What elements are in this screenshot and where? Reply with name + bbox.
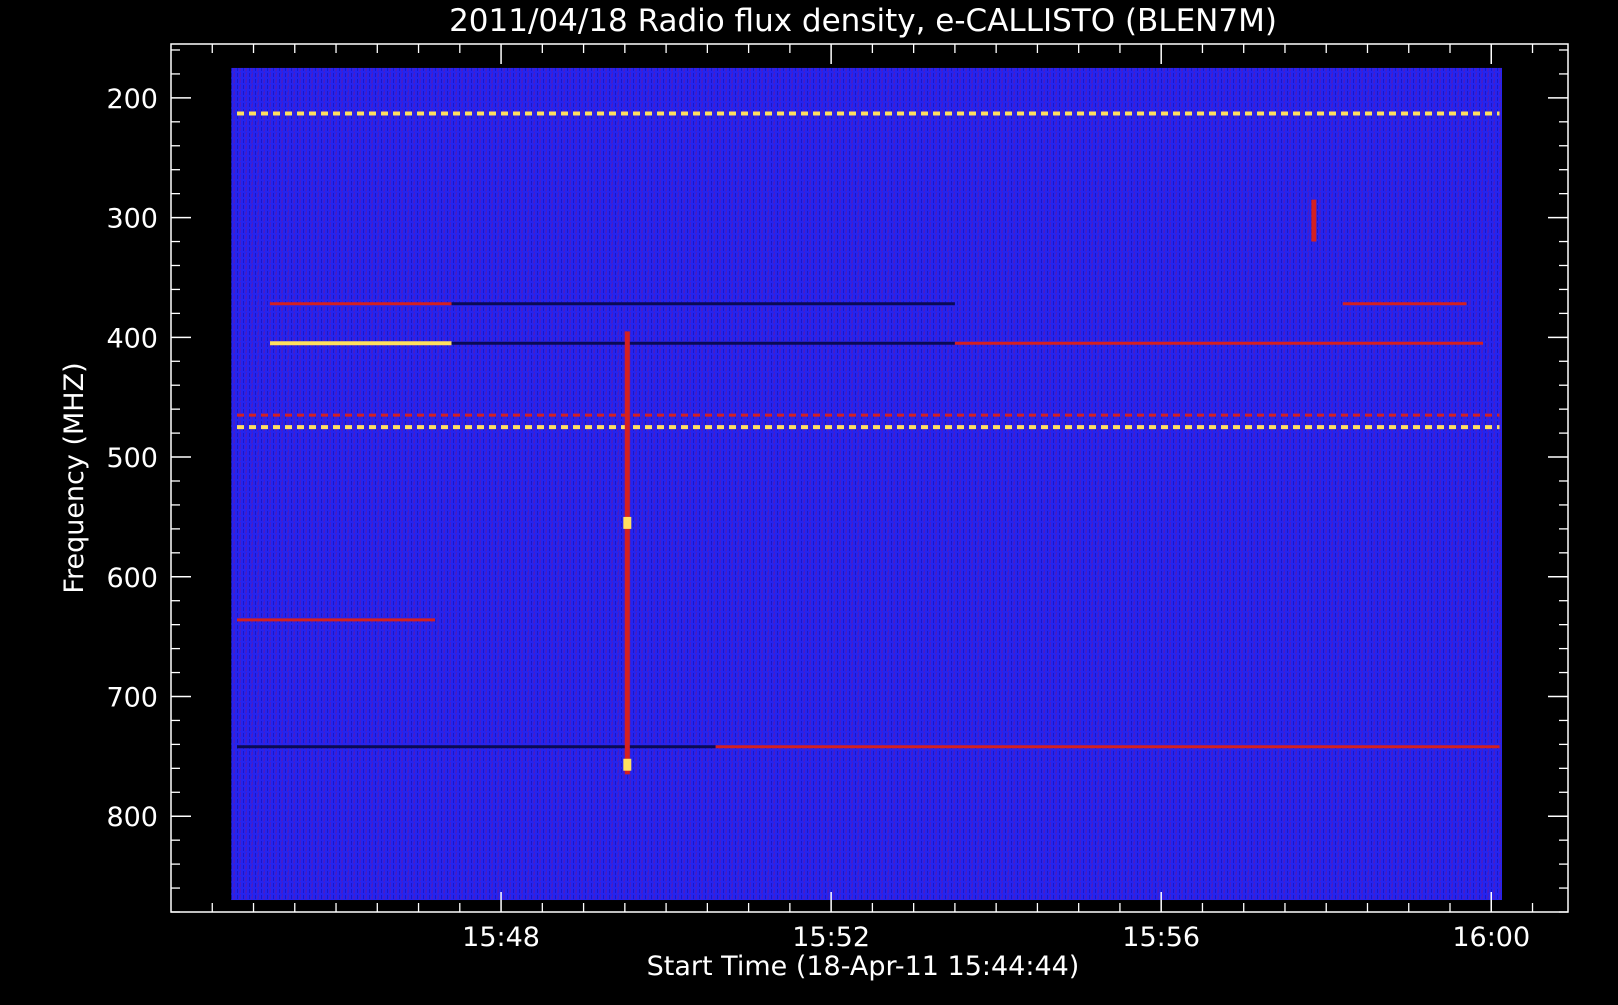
chart-title: 2011/04/18 Radio flux density, e-CALLIST… [449, 3, 1277, 39]
y-tick-label: 300 [106, 204, 158, 235]
y-tick-label: 800 [106, 802, 158, 833]
spectrogram-figure: 2011/04/18 Radio flux density, e-CALLIST… [0, 0, 1618, 1000]
y-tick-label: 600 [106, 563, 158, 594]
x-tick-label: 15:48 [462, 922, 540, 953]
y-tick-label: 500 [106, 443, 158, 474]
x-tick-label: 15:56 [1122, 922, 1200, 953]
x-tick-label: 16:00 [1452, 922, 1530, 953]
y-tick-label: 200 [106, 84, 158, 115]
y-tick-label: 700 [106, 682, 158, 713]
spectrogram-image [231, 67, 1502, 901]
y-tick-label: 400 [106, 323, 158, 354]
spectrogram-chart: 2011/04/18 Radio flux density, e-CALLIST… [59, 3, 1569, 982]
x-axis-label: Start Time (18-Apr-11 15:44:44) [647, 951, 1080, 982]
x-tick-label: 15:52 [792, 922, 870, 953]
y-axis-label: Frequency (MHZ) [59, 362, 90, 593]
